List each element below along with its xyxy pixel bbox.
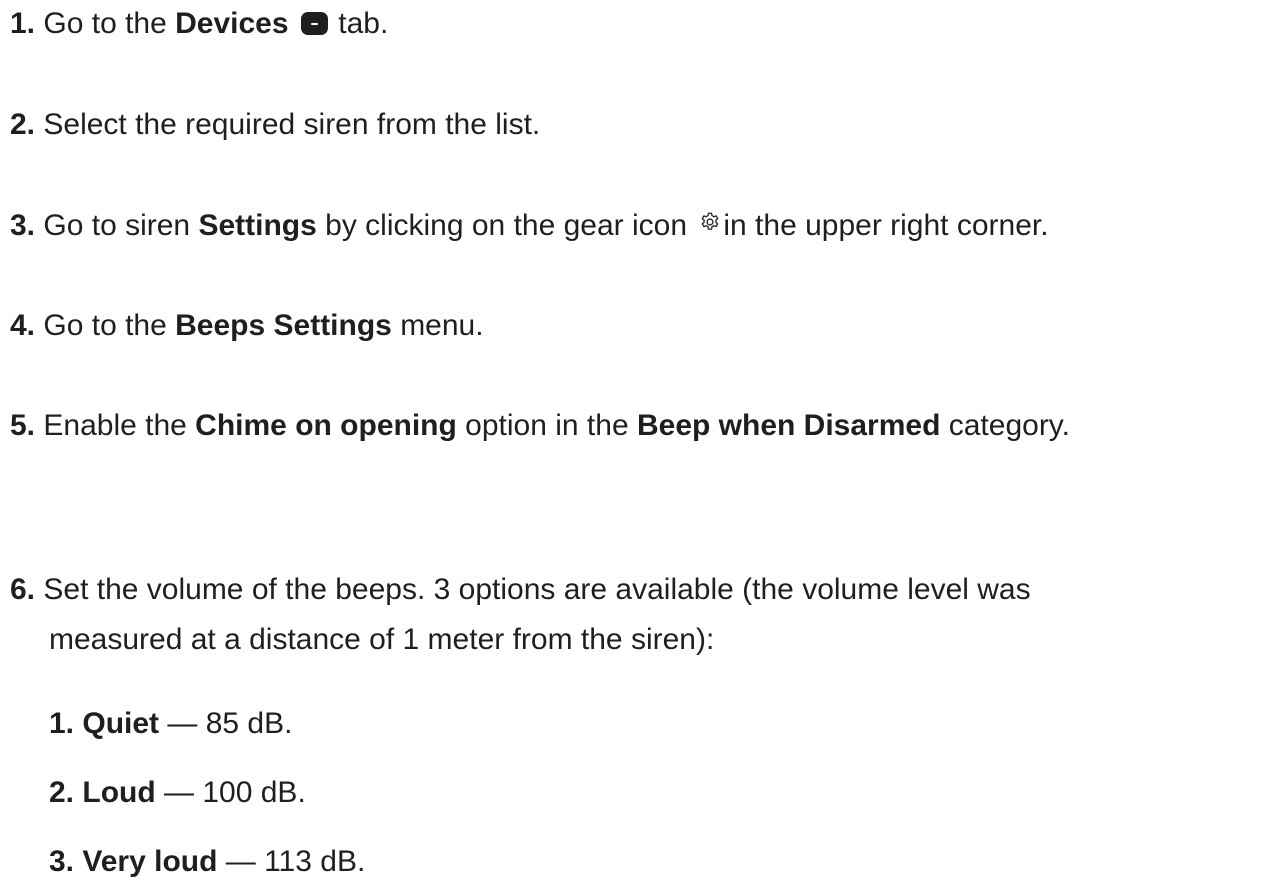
step-text: Go to the	[43, 7, 176, 40]
step-number: 2.	[10, 108, 36, 141]
beep-when-disarmed-label: Beep when Disarmed	[636, 409, 941, 442]
option-value: — 85 dB.	[159, 707, 293, 740]
step-number: 4.	[10, 309, 36, 342]
devices-tab-icon	[300, 12, 328, 35]
option-name: Loud	[82, 776, 156, 809]
step-number: 6.	[10, 573, 36, 606]
step-3: 3. Go to siren Settings by clicking on t…	[10, 206, 1049, 246]
option-number: 3.	[49, 845, 75, 878]
step-1: 1. Go to the Devices tab.	[10, 4, 388, 44]
step-number: 5.	[10, 409, 36, 442]
step-text: tab.	[338, 7, 389, 40]
volume-option-very-loud: 3. Very loud — 113 dB.	[49, 842, 365, 882]
step-5: 5. Enable the Chime on opening option in…	[10, 406, 1070, 446]
step-text: Go to siren	[43, 209, 199, 242]
volume-option-loud: 2. Loud — 100 dB.	[49, 773, 306, 813]
option-name: Very loud	[82, 845, 218, 878]
gear-icon	[702, 212, 719, 230]
step-text: Go to the	[43, 309, 176, 342]
step-text: category.	[940, 409, 1070, 442]
devices-label: Devices	[175, 7, 289, 40]
step-text: measured at a distance of 1 meter from t…	[49, 623, 715, 656]
chime-on-opening-label: Chime on opening	[195, 409, 457, 442]
step-6-continuation: measured at a distance of 1 meter from t…	[49, 620, 714, 660]
step-text: Enable the	[43, 409, 196, 442]
step-text: in the upper right corner.	[723, 209, 1049, 242]
step-6: 6. Set the volume of the beeps. 3 option…	[10, 570, 1031, 610]
option-number: 1.	[49, 707, 75, 740]
option-value: — 113 dB.	[217, 845, 366, 878]
settings-label: Settings	[198, 209, 317, 242]
step-number: 1.	[10, 7, 36, 40]
option-number: 2.	[49, 776, 75, 809]
step-text: Select the required siren from the list.	[43, 108, 541, 141]
step-number: 3.	[10, 209, 36, 242]
step-text: Set the volume of the beeps. 3 options a…	[43, 573, 1031, 606]
step-4: 4. Go to the Beeps Settings menu.	[10, 306, 484, 346]
step-text: option in the	[456, 409, 637, 442]
step-2: 2. Select the required siren from the li…	[10, 105, 540, 145]
volume-option-quiet: 1. Quiet — 85 dB.	[49, 704, 292, 744]
option-value: — 100 dB.	[155, 776, 306, 809]
step-text: by clicking on the gear icon	[316, 209, 696, 242]
step-text: menu.	[391, 309, 484, 342]
option-name: Quiet	[82, 707, 160, 740]
beeps-settings-label: Beeps Settings	[175, 309, 392, 342]
